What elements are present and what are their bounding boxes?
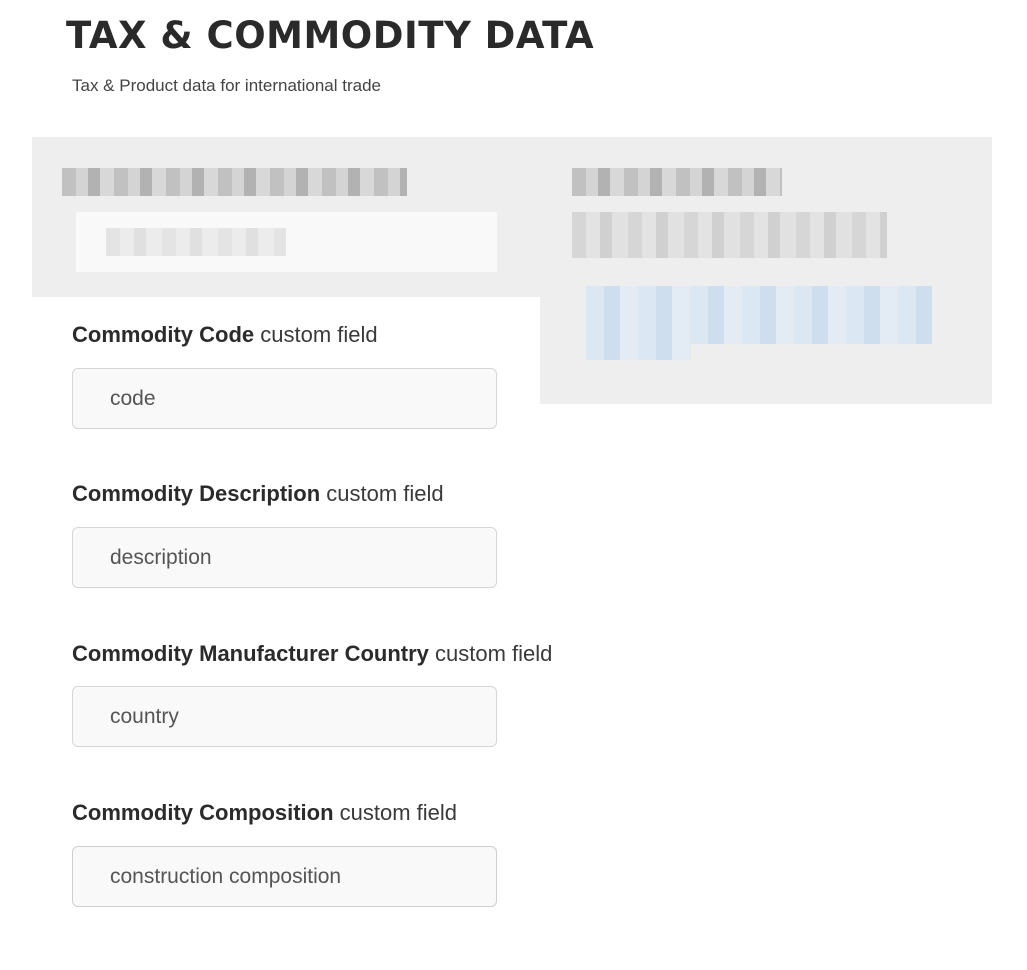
commodity-manufacturer-country-label-suffix: custom field: [428, 641, 553, 666]
commodity-code-group: Commodity Code custom field: [72, 322, 552, 432]
commodity-description-label-bold: Commodity Description: [72, 481, 321, 506]
commodity-description-group: Commodity Description custom field: [72, 481, 552, 591]
commodity-code-label-suffix: custom field: [254, 322, 378, 347]
commodity-code-label-bold: Commodity Code: [72, 322, 255, 347]
commodity-composition-group: Commodity Composition custom field: [72, 800, 552, 910]
commodity-composition-input[interactable]: [72, 846, 497, 907]
commodity-description-label-suffix: custom field: [320, 481, 444, 506]
commodity-composition-label-bold: Commodity Composition: [72, 800, 334, 825]
page-title: TAX & COMMODITY DATA: [66, 14, 595, 57]
redacted-input-value: [106, 228, 286, 256]
redacted-link-right: [586, 286, 932, 344]
commodity-description-label: Commodity Description custom field: [72, 481, 552, 507]
redacted-heading-right: [572, 168, 782, 196]
commodity-composition-label: Commodity Composition custom field: [72, 800, 552, 826]
commodity-manufacturer-country-group: Commodity Manufacturer Country custom fi…: [72, 641, 552, 751]
redacted-text-right: [572, 212, 887, 258]
redacted-link-right-2: [586, 344, 691, 360]
commodity-manufacturer-country-input[interactable]: [72, 686, 497, 747]
commodity-code-input[interactable]: [72, 368, 497, 429]
commodity-code-label: Commodity Code custom field: [72, 322, 552, 348]
redacted-label: [62, 168, 407, 196]
page-subtitle: Tax & Product data for international tra…: [72, 76, 382, 95]
commodity-manufacturer-country-label: Commodity Manufacturer Country custom fi…: [72, 641, 552, 667]
commodity-composition-label-suffix: custom field: [333, 800, 458, 825]
commodity-description-input[interactable]: [72, 527, 497, 588]
commodity-manufacturer-country-label-bold: Commodity Manufacturer Country: [72, 641, 429, 666]
